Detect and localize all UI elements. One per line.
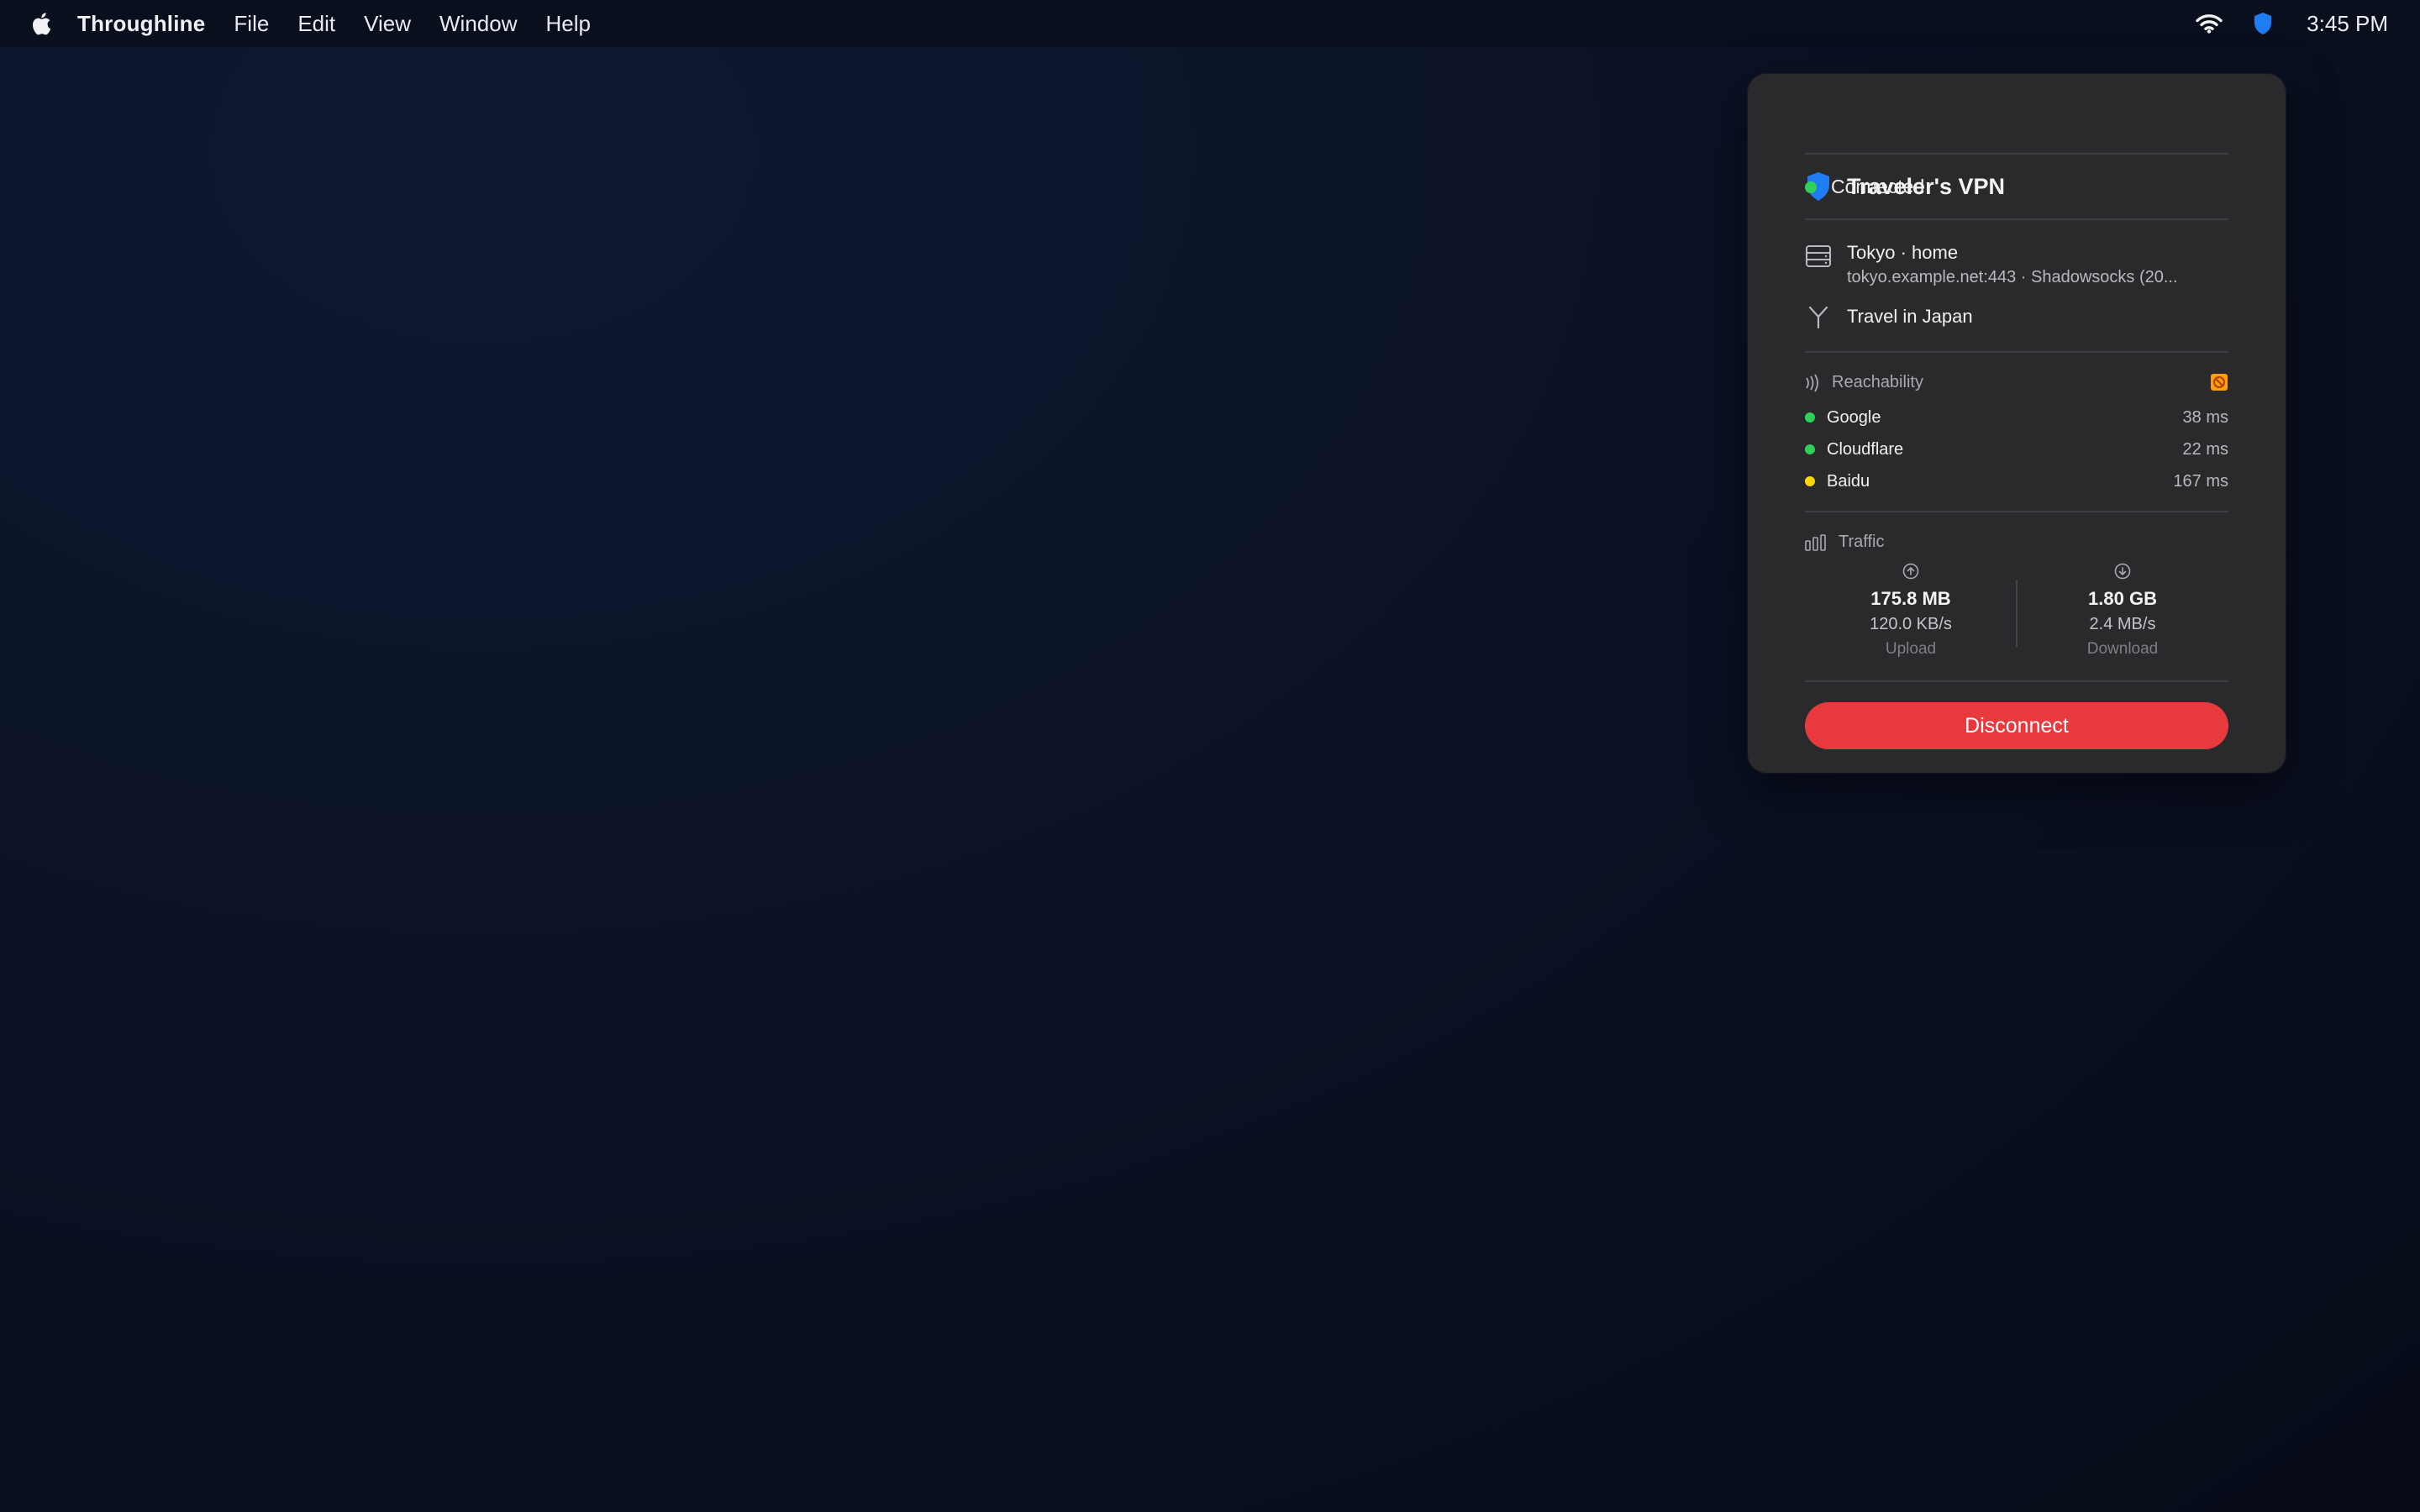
menu-file[interactable]: File [234,11,269,37]
download-arrow-icon [2017,563,2228,580]
upload-rate: 120.0 KB/s [1870,615,1952,633]
download-total: 1.80 GB [2088,588,2157,609]
divider [1805,680,2228,682]
reachability-dot [1805,412,1815,423]
menu-extras: 3:45 PM [2196,0,2388,47]
disconnect-button[interactable]: Disconnect [1805,702,2228,749]
status-dot [1805,181,1817,193]
route-fork-icon [1805,304,1832,329]
reachability-latency: 38 ms [2182,407,2228,427]
server-info[interactable]: Tokyo · home tokyo.example.net:443 · Sha… [1805,240,2178,289]
menu-help[interactable]: Help [546,11,591,37]
divider [1805,351,2228,353]
upload-total: 175.8 MB [1870,588,1951,609]
divider [1805,511,2228,512]
menu-edit[interactable]: Edit [297,11,335,37]
menu-app-name[interactable]: Throughline [77,11,205,37]
traffic-stats: 175.8 MB 120.0 KB/s Upload 1.80 GB 2.4 M… [1805,563,2228,667]
signal-waves-icon [1805,374,1820,392]
menu-clock[interactable]: 3:45 PM [2307,11,2388,37]
reachability-latency: 167 ms [2173,471,2228,491]
download-rate: 2.4 MB/s [2089,615,2156,633]
vpn-shield-icon[interactable] [2253,12,2273,35]
reachability-title: Reachability [1832,373,1923,391]
download-label: Download [2086,640,2159,658]
download-stats: 1.80 GB 2.4 MB/s Download [2017,563,2228,662]
upload-label: Upload [1885,640,1937,658]
menu-bar: Throughline File Edit View Window Help 3… [0,0,2420,47]
menu-view[interactable]: View [364,11,411,37]
status-label: Connected [1831,176,1925,197]
bar-chart-icon [1805,533,1827,551]
reachability-row: Google 38 ms [1805,402,2228,433]
reachability-row: Baidu 167 ms [1805,465,2228,497]
apple-icon[interactable] [29,10,52,37]
route-label: Travel in Japan [1847,306,1973,327]
vpn-popover: Traveler's VPN Connected Tokyo · home to… [1748,74,2286,773]
upload-stats: 175.8 MB 120.0 KB/s Upload [1805,563,2017,662]
divider [1805,218,2228,220]
reachability-latency: 22 ms [2182,439,2228,459]
upload-arrow-icon [1805,563,2017,580]
traffic-title: Traffic [1839,533,1885,551]
reachability-host: Cloudflare [1827,439,1904,459]
route-info[interactable]: Travel in Japan [1805,304,1973,329]
server-detail: tokyo.example.net:443 · Shadowsocks (20.… [1847,268,2178,286]
wifi-icon[interactable] [2196,13,2223,34]
reachability-host: Baidu [1827,471,1870,491]
traffic-header: Traffic [1805,533,1884,552]
connection-status: Connected [1805,176,1924,198]
reachability-list: Google 38 ms Cloudflare 22 ms Baidu 167 … [1805,402,2228,497]
reachability-row: Cloudflare 22 ms [1805,433,2228,465]
menu-window[interactable]: Window [439,11,517,37]
server-name: Tokyo · home [1847,242,1959,263]
reachability-warning-icon[interactable] [2210,373,2228,396]
reachability-dot [1805,444,1815,454]
reachability-header: Reachability [1805,373,1923,392]
reachability-host: Google [1827,407,1881,427]
divider [1805,153,2228,155]
server-icon [1805,240,1832,289]
reachability-dot [1805,476,1815,486]
